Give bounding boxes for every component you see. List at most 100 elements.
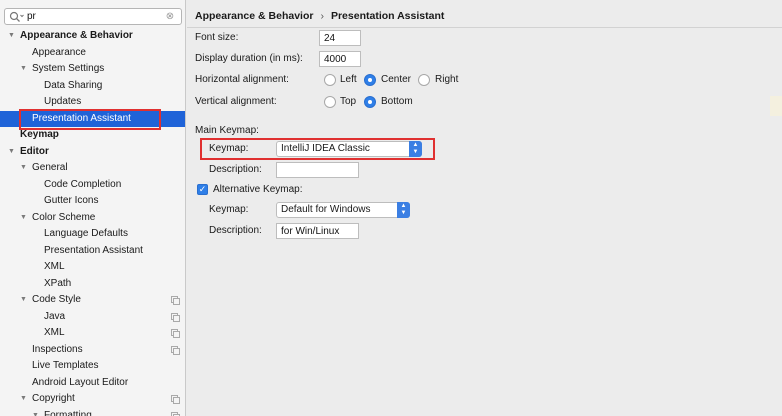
up-down-arrows-icon: ▲ ▼ [409,141,422,157]
alternative-keymap-label[interactable]: Alternative Keymap: [213,183,303,197]
sidebar-item-label: Gutter Icons [44,195,99,206]
copy-icon [171,329,180,338]
settings-content-panel: Appearance & Behavior › Presentation Assis… [187,0,782,416]
sidebar-item[interactable]: ▼ System Settings [0,61,185,77]
display-duration-input[interactable] [319,51,361,67]
breadcrumb-current: Presentation Assistant [330,10,445,22]
sidebar-item[interactable]: Language Defaults [0,226,185,242]
sidebar-item-label: Inspections [32,343,83,355]
sidebar-item[interactable]: Presentation Assistant [0,243,185,259]
header-divider [187,27,782,28]
chevron-down-icon[interactable]: ▼ [8,144,18,160]
v-align-top-radio[interactable] [324,96,336,108]
sidebar-item-label: Editor [20,145,49,157]
sidebar-item-label: Code Style [32,294,81,305]
copy-icon [171,312,180,322]
main-keymap-select[interactable]: IntelliJ IDEA Classic ▲ ▼ [276,141,422,157]
settings-window: ⊗ ▼Appearance & BehaviorAppearance▼Syste… [0,0,782,416]
alt-description-label: Description: [209,225,262,236]
breadcrumb-parent[interactable]: Appearance & Behavior [195,10,313,22]
sidebar-item[interactable]: ▼ Formatting [0,408,185,416]
sidebar-item-label: Color Scheme [32,211,96,223]
sidebar-item[interactable]: Live Templates [0,358,185,374]
chevron-down-icon[interactable]: ▼ [32,408,42,416]
background-edge [770,96,782,116]
h-align-center-radio[interactable] [364,74,376,86]
sidebar-item[interactable]: XML [0,259,185,275]
copy-icon [171,345,180,355]
v-align-top-label[interactable]: Top [340,95,356,109]
sidebar-item-label: Appearance & Behavior [20,30,133,41]
clear-search-icon[interactable]: ⊗ [164,10,176,23]
sidebar-item-label: Live Templates [32,360,99,371]
font-size-input[interactable] [319,30,361,46]
sidebar-item-label: Appearance [32,46,86,58]
h-align-right-label[interactable]: Right [435,73,458,87]
alt-keymap-label: Keymap: [209,204,249,215]
sidebar-item[interactable]: ▼ General [0,160,185,176]
vertical-alignment-label: Vertical alignment: [195,96,277,107]
sidebar-item[interactable]: Inspections [0,342,185,358]
font-size-label: Font size: [195,32,239,43]
chevron-down-icon[interactable]: ▼ [20,210,30,226]
breadcrumb-separator: › [320,10,324,22]
copy-icon [171,411,180,416]
settings-search-box[interactable]: ⊗ [4,8,182,25]
sidebar-item[interactable]: Java [0,309,185,325]
sidebar-item-label: XPath [44,277,72,289]
alt-description-input[interactable] [276,223,359,239]
sidebar-item[interactable]: Gutter Icons [0,193,185,209]
sidebar-item[interactable]: ▼ Color Scheme [0,210,185,226]
sidebar-item[interactable]: XML [0,325,185,341]
sidebar-item-label: Data Sharing [44,79,103,91]
main-keymap-value: IntelliJ IDEA Classic [281,143,370,154]
copy-icon [171,296,180,305]
sidebar-item-label: System Settings [32,63,105,74]
settings-sidebar: ⊗ ▼Appearance & BehaviorAppearance▼Syste… [0,0,186,416]
sidebar-item-label: Presentation Assistant [32,112,131,124]
sidebar-item[interactable]: Android Layout Editor [0,375,185,391]
search-icon [9,11,24,22]
v-align-bottom-radio[interactable] [364,96,376,108]
sidebar-item[interactable]: ▼ Code Style [0,292,185,308]
display-duration-label: Display duration (in ms): [195,53,303,64]
chevron-down-icon[interactable]: ▼ [20,391,30,407]
sidebar-item-label: XML [44,327,65,338]
sidebar-item[interactable]: Code Completion [0,177,185,193]
copy-icon [171,395,180,404]
sidebar-item-label: Copyright [32,393,75,404]
chevron-down-icon[interactable]: ▼ [20,160,30,176]
sidebar-item-label: Formatting [44,409,92,416]
main-description-input[interactable] [276,162,359,178]
chevron-down-icon[interactable]: ▼ [8,28,18,44]
sidebar-item-label: Keymap [20,129,59,140]
v-align-bottom-label[interactable]: Bottom [381,95,413,109]
h-align-center-label[interactable]: Center [381,73,411,87]
chevron-down-icon[interactable]: ▼ [20,292,30,308]
main-keymap-label: Keymap: [209,143,249,154]
search-input[interactable] [27,10,157,23]
check-icon[interactable]: ✓ [197,184,208,195]
sidebar-item-label: XML [44,261,65,272]
sidebar-item[interactable]: ▼ Copyright [0,391,185,407]
sidebar-item[interactable]: Appearance [0,45,185,61]
sidebar-item[interactable]: ▼ Editor [0,144,185,160]
sidebar-item-label: Code Completion [44,178,122,190]
sidebar-item[interactable]: Presentation Assistant [0,110,185,127]
sidebar-item[interactable]: ▼ Appearance & Behavior [0,28,185,44]
h-align-right-radio[interactable] [418,74,430,86]
sidebar-item[interactable]: Data Sharing [0,78,185,94]
sidebar-item-label: Updates [44,96,82,107]
sidebar-item[interactable]: Keymap [0,127,185,143]
h-align-left-radio[interactable] [324,74,336,86]
chevron-down-icon[interactable]: ▼ [20,61,30,77]
sidebar-item-label: General [32,162,68,173]
alt-keymap-select[interactable]: Default for Windows ▲ ▼ [276,202,410,218]
sidebar-item-label: Java [44,310,66,322]
breadcrumb: Appearance & Behavior › Presentation Assis… [195,9,444,23]
sidebar-item-label: Presentation Assistant [44,244,143,256]
sidebar-item[interactable]: Updates [0,94,185,110]
up-down-arrows-icon: ▲ ▼ [397,202,410,218]
sidebar-item[interactable]: XPath [0,276,185,292]
h-align-left-label[interactable]: Left [340,73,357,87]
